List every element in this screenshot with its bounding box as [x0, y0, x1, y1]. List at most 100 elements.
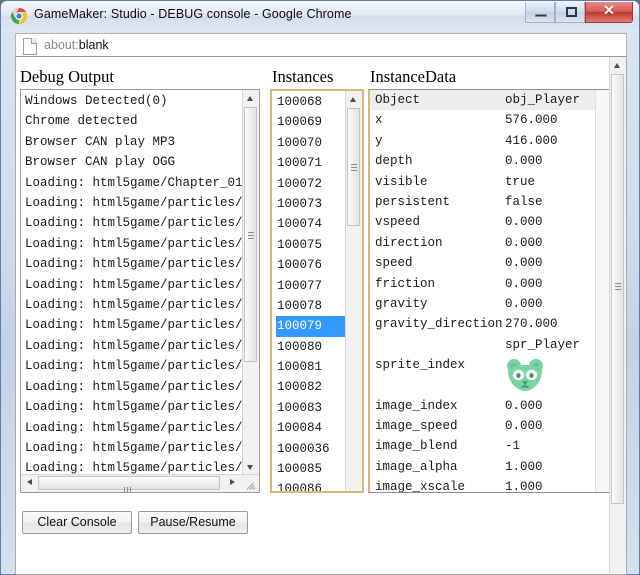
instance-list-item[interactable]: 100076	[276, 255, 349, 275]
instance-list-item[interactable]: 100080	[276, 337, 349, 357]
instancedata-value: 0.000	[505, 235, 543, 250]
instancedata-heading: InstanceData	[370, 67, 457, 86]
instancedata-row: Object obj_Player	[370, 90, 598, 111]
instance-list-item[interactable]: 100074	[276, 214, 349, 234]
scrollbar-thumb[interactable]	[347, 108, 360, 226]
instance-list-item[interactable]: 100084	[276, 418, 349, 438]
instancedata-row: gravity 0.000	[370, 294, 598, 314]
page-scroll-up-arrow-icon[interactable]	[610, 57, 625, 73]
instance-list-item[interactable]: 100068	[276, 92, 349, 112]
instancedata-key: gravity_direction	[375, 317, 503, 332]
instance-list-item[interactable]: 100086	[276, 479, 349, 491]
debug-output-horizontal-scrollbar[interactable]	[21, 474, 259, 492]
minimize-icon	[535, 14, 547, 17]
instancedata-value: 0.000	[505, 276, 543, 291]
instancedata-value: 0.000	[505, 215, 543, 230]
debug-line: Loading: html5game/particles/	[25, 420, 243, 435]
debug-line: Loading: html5game/particles/	[25, 338, 243, 353]
instance-list-item[interactable]: 100085	[276, 459, 349, 479]
instance-list-item[interactable]: 100072	[276, 174, 349, 194]
instancedata-key: sprite_index	[375, 357, 466, 372]
instancedata-key: visible	[375, 174, 428, 189]
close-icon: ✕	[603, 4, 615, 19]
instances-panel[interactable]: 100068 100069 100070 100071 100072 100073 1000…	[270, 89, 364, 493]
instance-list-item[interactable]: 100078	[276, 296, 349, 316]
debug-line: Loading: html5game/particles/	[25, 440, 243, 455]
debug-line: Loading: html5game/particles/	[25, 400, 243, 415]
instancedata-key: x	[375, 113, 383, 128]
url-rest: blank	[78, 38, 109, 52]
player-sprite-thumbnail	[505, 355, 545, 395]
instancedata-rows: Object obj_Player x 576.000 y 416.000 depth 0.0…	[370, 90, 598, 493]
debug-line: Chrome detected	[25, 114, 138, 129]
instance-list-item[interactable]: 100081	[276, 357, 349, 377]
debug-line: Loading: html5game/particles/	[25, 236, 243, 251]
instance-list-item[interactable]: 100075	[276, 235, 349, 255]
instancedata-value: true	[505, 174, 536, 189]
instancedata-row: persistent false	[370, 192, 598, 212]
instance-list-item[interactable]: 100071	[276, 153, 349, 173]
scroll-up-arrow-icon[interactable]	[243, 90, 258, 106]
instancedata-row: image_alpha 1.000	[370, 457, 598, 477]
instance-list-item[interactable]: 100070	[276, 133, 349, 153]
scroll-down-arrow-icon[interactable]	[243, 459, 258, 475]
instance-list-item[interactable]: 100073	[276, 194, 349, 214]
instancedata-panel[interactable]: Object obj_Player x 576.000 y 416.000 depth 0.0…	[368, 89, 612, 493]
debug-line: Loading: html5game/particles/	[25, 277, 243, 292]
instancedata-value: 0.000	[505, 154, 543, 169]
instancedata-row: depth 0.000	[370, 151, 598, 171]
page-scrollbar-thumb[interactable]	[611, 74, 624, 504]
instancedata-key: image_blend	[375, 439, 458, 454]
instance-list-item[interactable]: 1000036	[276, 439, 349, 459]
instancedata-value: false	[505, 194, 543, 209]
close-button[interactable]: ✕	[585, 2, 633, 23]
debug-line: Loading: html5game/particles/	[25, 196, 243, 211]
instancedata-value: 416.000	[505, 133, 558, 148]
debug-line: Loading: html5game/particles/	[25, 379, 243, 394]
instance-list-item[interactable]: 100082	[276, 377, 349, 397]
scroll-up-arrow-icon[interactable]	[346, 91, 361, 107]
sprite-name-label: spr_Player	[505, 337, 581, 352]
instance-list-item[interactable]: 100079	[276, 316, 349, 337]
instancedata-row: speed 0.000	[370, 253, 598, 273]
page-content: Debug Output Instances InstanceData Wind…	[15, 57, 627, 575]
instancedata-key: vspeed	[375, 215, 421, 230]
instancedata-row: direction 0.000	[370, 233, 598, 253]
instancedata-row: gravity_direction 270.000	[370, 314, 598, 334]
page-document-icon	[23, 38, 37, 55]
resize-grip-icon[interactable]	[244, 477, 258, 491]
pause-resume-button[interactable]: Pause/Resume	[138, 511, 248, 534]
debug-output-heading: Debug Output	[20, 67, 114, 86]
debug-line: Loading: html5game/particles/	[25, 298, 243, 313]
instancedata-value: 0.000	[505, 398, 543, 413]
instance-list-item[interactable]: 100083	[276, 398, 349, 418]
browser-window: GameMaker: Studio - DEBUG console - Goog…	[0, 0, 640, 575]
horizontal-scrollbar-thumb[interactable]	[38, 476, 220, 492]
instancedata-row: sprite_index spr_Player	[370, 335, 598, 396]
restore-button[interactable]	[555, 2, 585, 23]
instancedata-row: image_xscale 1.000	[370, 477, 598, 493]
instances-list[interactable]: 100068 100069 100070 100071 100072 100073 1000…	[272, 91, 349, 491]
instancedata-key: image_xscale	[375, 480, 466, 493]
debug-output-vertical-scrollbar[interactable]	[242, 90, 259, 492]
instancedata-row: visible true	[370, 172, 598, 192]
clear-console-button[interactable]: Clear Console	[22, 511, 132, 534]
instancedata-value: 1.000	[505, 480, 543, 493]
debug-line: Browser CAN play OGG	[25, 155, 176, 170]
page-scrollbar[interactable]	[609, 57, 626, 573]
scroll-right-arrow-icon[interactable]	[225, 475, 241, 491]
scroll-left-arrow-icon[interactable]	[21, 475, 37, 491]
debug-output-panel[interactable]: Windows Detected(0) Chrome detected Browse…	[20, 89, 260, 493]
instance-list-item[interactable]: 100077	[276, 276, 349, 296]
instancedata-value: -1	[505, 439, 521, 454]
minimize-button[interactable]	[525, 2, 555, 23]
instancedata-row: image_speed 0.000	[370, 416, 598, 436]
instances-vertical-scrollbar[interactable]	[345, 91, 362, 491]
instancedata-key: direction	[375, 235, 443, 250]
instancedata-key: image_speed	[375, 419, 458, 434]
address-bar[interactable]: about:blank	[15, 33, 627, 57]
debug-line: Loading: html5game/Chapter_01	[25, 175, 243, 190]
instance-list-item[interactable]: 100069	[276, 112, 349, 132]
debug-line: Loading: html5game/particles/	[25, 318, 243, 333]
scrollbar-thumb[interactable]	[244, 107, 257, 362]
